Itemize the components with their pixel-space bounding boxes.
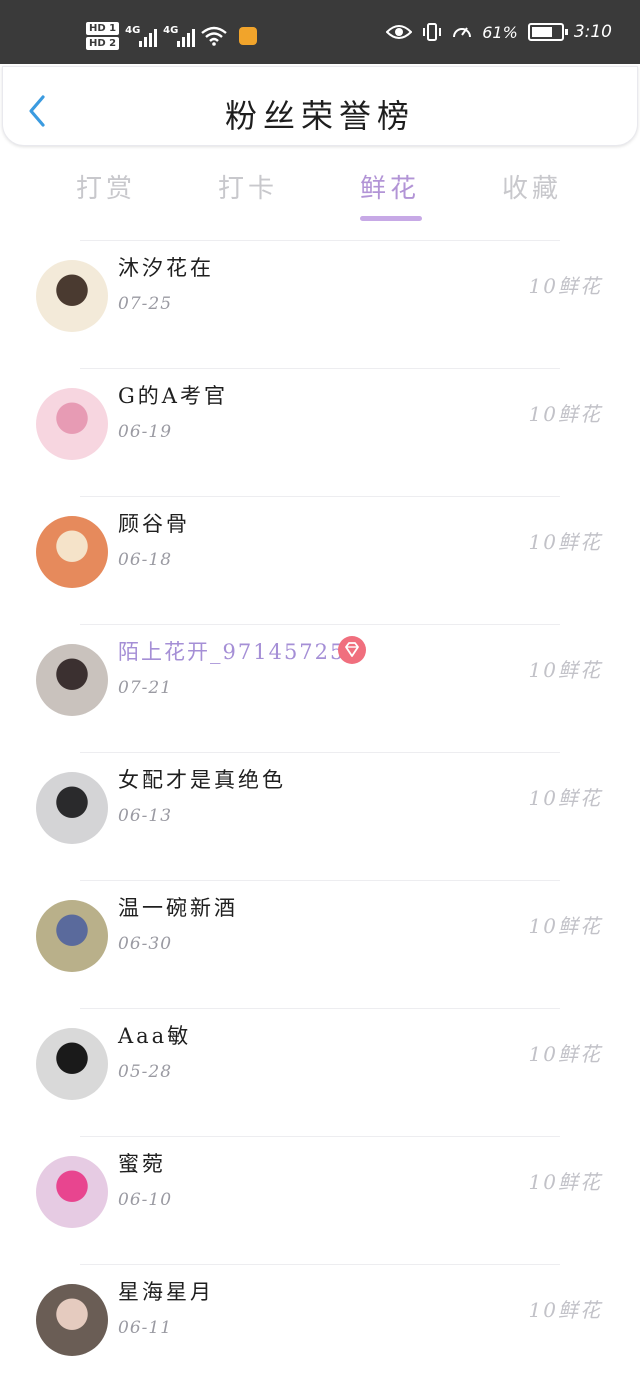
fan-name[interactable]: 沐汐花在 [118, 252, 214, 282]
page-title: 粉丝荣誉榜 [224, 97, 415, 135]
avatar[interactable] [36, 1156, 108, 1228]
row-divider [80, 1264, 560, 1265]
avatar[interactable] [36, 1028, 108, 1100]
gift-amount: 10鲜花 [528, 274, 602, 298]
fan-date: 06-10 [118, 1190, 173, 1210]
fan-date: 05-28 [118, 1062, 173, 1082]
fan-date: 07-21 [118, 678, 173, 698]
tab-flowers[interactable]: 鲜花 [340, 168, 440, 205]
battery-percent: 61% [482, 22, 518, 42]
fan-row[interactable]: 陌上花开_971457258 07-21 10鲜花 [0, 624, 640, 752]
avatar[interactable] [36, 388, 108, 460]
speedometer-icon [453, 27, 472, 38]
app-notification-icon [239, 27, 258, 45]
fan-row[interactable]: 温一碗新酒 06-30 10鲜花 [0, 880, 640, 1008]
row-divider [80, 1136, 560, 1137]
tab-collect[interactable]: 收藏 [482, 168, 582, 205]
tab-reward[interactable]: 打赏 [56, 168, 156, 205]
fan-name[interactable]: 温一碗新酒 [118, 892, 238, 922]
fan-row[interactable]: 蜜菀 06-10 10鲜花 [0, 1136, 640, 1264]
hd-indicators: HD 1 HD 2 [86, 22, 120, 50]
gift-amount: 10鲜花 [528, 914, 602, 938]
fan-date: 06-19 [118, 422, 173, 442]
fan-date: 07-25 [118, 294, 173, 314]
fan-row[interactable]: Aaa敏 05-28 10鲜花 [0, 1008, 640, 1136]
gift-amount: 10鲜花 [528, 530, 602, 554]
fan-row[interactable]: 星海星月 06-11 10鲜花 [0, 1264, 640, 1387]
fan-name[interactable]: 女配才是真绝色 [118, 764, 286, 794]
gift-amount: 10鲜花 [528, 1170, 602, 1194]
fan-date: 06-13 [118, 806, 173, 826]
status-right: 61% 3:10 [386, 20, 612, 44]
diamond-icon [338, 636, 366, 664]
battery-icon [527, 23, 568, 41]
tab-checkin[interactable]: 打卡 [198, 168, 298, 205]
fan-row[interactable]: G的A考官 06-19 10鲜花 [0, 368, 640, 496]
row-divider [80, 752, 560, 753]
fan-name[interactable]: Aaa敏 [118, 1020, 191, 1050]
gift-amount: 10鲜花 [528, 1042, 602, 1066]
signal-2-icon: 4G [163, 25, 196, 47]
fan-date: 06-18 [118, 550, 173, 570]
network-type-2: 4G [163, 25, 179, 36]
row-divider [80, 880, 560, 881]
gift-amount: 10鲜花 [528, 402, 602, 426]
row-divider [80, 624, 560, 625]
fan-name[interactable]: 顾谷骨 [118, 508, 190, 538]
vibrate-icon [423, 23, 442, 41]
avatar[interactable] [36, 260, 108, 332]
hd2-badge: HD 2 [86, 37, 120, 50]
tab-bar: 打赏 打卡 鲜花 收藏 [0, 160, 640, 230]
avatar[interactable] [36, 772, 108, 844]
row-divider [80, 368, 560, 369]
fan-row[interactable]: 沐汐花在 07-25 10鲜花 [0, 240, 640, 368]
avatar[interactable] [36, 1284, 108, 1356]
row-divider [80, 496, 560, 497]
fan-name[interactable]: 陌上花开_971457258 [118, 636, 361, 666]
row-divider [80, 240, 560, 241]
avatar[interactable] [36, 516, 108, 588]
fan-date: 06-11 [118, 1318, 173, 1338]
status-bar: HD 1 HD 2 4G 4G 61% 3:10 [0, 0, 640, 64]
active-tab-indicator [360, 216, 422, 221]
gift-amount: 10鲜花 [528, 786, 602, 810]
fan-list: 沐汐花在 07-25 10鲜花 G的A考官 06-19 10鲜花 顾谷骨 06-18 10鲜花陌… [0, 240, 640, 1387]
fan-name[interactable]: G的A考官 [118, 380, 228, 410]
eye-icon [386, 25, 413, 39]
row-divider [80, 1008, 560, 1009]
status-left: HD 1 HD 2 4G 4G [86, 16, 258, 56]
network-type-1: 4G [125, 25, 141, 36]
gift-amount: 10鲜花 [528, 658, 602, 682]
gift-amount: 10鲜花 [528, 1298, 602, 1322]
wifi-icon [201, 26, 227, 46]
fan-row[interactable]: 女配才是真绝色 06-13 10鲜花 [0, 752, 640, 880]
fan-name[interactable]: 星海星月 [118, 1276, 214, 1306]
hd1-badge: HD 1 [86, 22, 120, 35]
avatar[interactable] [36, 644, 108, 716]
fan-date: 06-30 [118, 934, 173, 954]
signal-1-icon: 4G [125, 25, 158, 47]
clock: 3:10 [573, 22, 612, 42]
avatar[interactable] [36, 900, 108, 972]
fan-row[interactable]: 顾谷骨 06-18 10鲜花 [0, 496, 640, 624]
fan-name[interactable]: 蜜菀 [118, 1148, 166, 1178]
header: 粉丝荣誉榜 [2, 66, 638, 146]
